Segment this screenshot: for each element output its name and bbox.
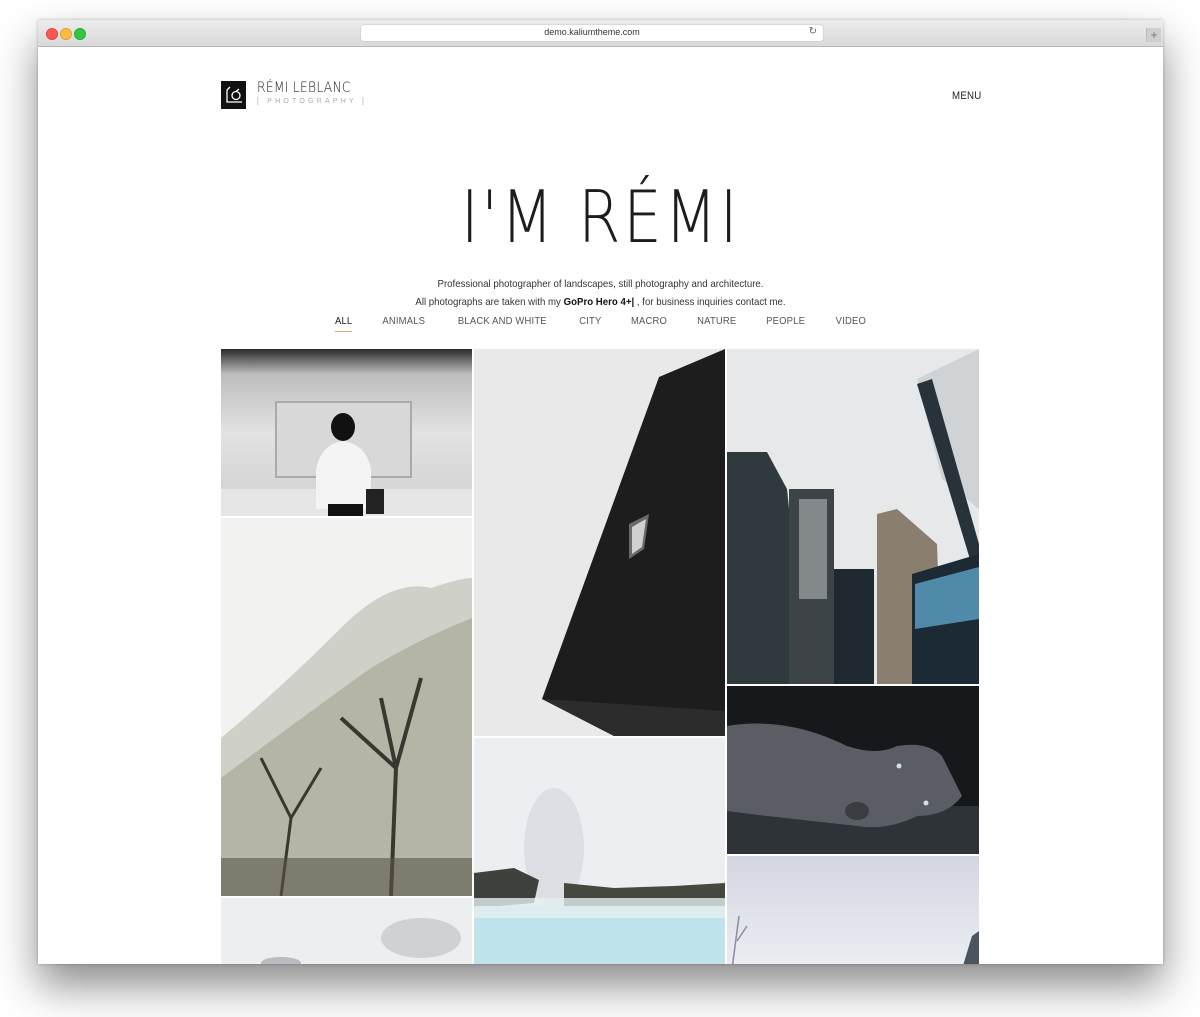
camera-model: GoPro Hero 4+| [563,296,635,308]
winter-sky-photo [727,856,979,964]
logo-tagline: [ PHOTOGRAPHY ] [257,98,367,105]
close-window-button[interactable] [46,28,58,40]
black-building-photo [474,349,725,736]
dog-photo [727,686,979,854]
address-bar[interactable]: demo.kaliumtheme.com ↻ [361,25,823,41]
skyscrapers-photo [727,349,979,684]
hero-title: I'M RÉMI [460,175,741,259]
lagoon-photo [474,738,725,964]
gallery-item-black-building[interactable] [474,349,725,736]
camera-logo-icon [221,81,246,109]
filter-video[interactable]: VIDEO [835,315,865,332]
logo-name: RÉMI LEBLANC [257,80,351,96]
intro-text: Professional photographer of landscapes,… [83,275,1118,311]
subway-photo [221,349,472,516]
gallery-item-cloudy-landscape[interactable] [221,898,472,964]
filter-nature[interactable]: NATURE [697,315,736,332]
menu-button[interactable]: MENU [952,90,982,102]
gallery-item-snowy-tree[interactable] [221,518,472,896]
gallery-item-subway[interactable] [221,349,472,516]
gallery-item-dog[interactable] [727,686,979,854]
browser-titlebar: demo.kaliumtheme.com ↻ + [38,20,1163,47]
reload-icon[interactable]: ↻ [809,26,817,37]
maximize-window-button[interactable] [74,28,86,40]
page-content: RÉMI LEBLANC [ PHOTOGRAPHY ] MENU I'M RÉ… [38,47,1163,964]
filter-black-and-white[interactable]: BLACK AND WHITE [458,315,547,332]
filter-all[interactable]: ALL [334,315,352,332]
browser-window: demo.kaliumtheme.com ↻ + RÉMI LEBLANC [ … [38,20,1163,964]
portfolio-filters: ALL ANIMALS BLACK AND WHITE CITY MACRO N… [38,315,1163,332]
portfolio-grid [221,349,979,964]
filter-people[interactable]: PEOPLE [767,315,806,332]
gallery-item-winter-sky[interactable] [727,856,979,964]
filter-macro[interactable]: MACRO [631,315,667,332]
gallery-item-skyscrapers[interactable] [727,349,979,684]
gallery-item-lagoon[interactable] [474,738,725,964]
minimize-window-button[interactable] [60,28,72,40]
address-bar-url: demo.kaliumtheme.com [544,27,640,37]
site-logo[interactable]: RÉMI LEBLANC [ PHOTOGRAPHY ] [221,80,367,109]
intro-line-1: Professional photographer of landscapes,… [437,278,764,290]
filter-city[interactable]: CITY [579,315,601,332]
intro-line-2: All photographs are taken with my GoPro … [83,293,1118,311]
snowy-tree-photo [221,518,472,896]
filter-animals[interactable]: ANIMALS [382,315,425,332]
intro-line-2-end: , for business inquiries contact me. [634,296,786,308]
cloudy-landscape-photo [221,898,472,964]
new-tab-button[interactable]: + [1146,28,1161,42]
intro-line-2-start: All photographs are taken with my [415,296,564,308]
